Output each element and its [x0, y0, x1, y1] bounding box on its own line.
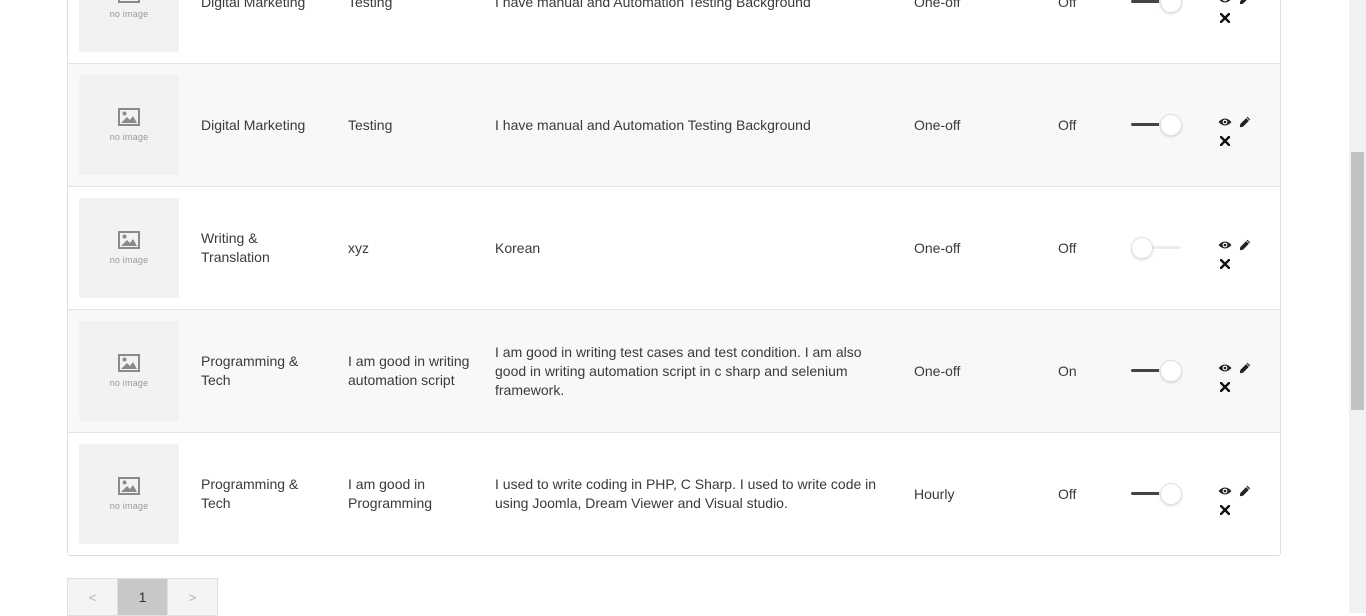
next-page-button[interactable]: >	[167, 578, 218, 616]
image-icon	[118, 0, 140, 3]
table-row: no image Digital Marketing Testing I hav…	[68, 63, 1280, 186]
pencil-icon[interactable]	[1238, 361, 1252, 375]
table-row: no image Writing & Translation xyz Korea…	[68, 186, 1280, 309]
gig-type: One-off	[914, 64, 994, 186]
gig-status: On	[1058, 310, 1098, 432]
gig-title: Testing	[348, 0, 478, 63]
gig-thumbnail: no image	[79, 0, 179, 52]
gig-category: Digital Marketing	[201, 64, 321, 186]
gig-type: One-off	[914, 187, 994, 309]
gig-status: Off	[1058, 0, 1098, 63]
image-icon	[118, 354, 140, 372]
row-actions	[1218, 0, 1258, 28]
eye-icon[interactable]	[1218, 238, 1232, 252]
gig-title: xyz	[348, 187, 478, 309]
row-actions	[1218, 484, 1258, 520]
gig-thumbnail: no image	[79, 75, 179, 175]
image-icon	[118, 231, 140, 249]
table-row: no image Programming & Tech I am good in…	[68, 432, 1280, 555]
gig-description: I have manual and Automation Testing Bac…	[495, 0, 895, 63]
no-image-label: no image	[110, 255, 149, 265]
close-icon[interactable]	[1218, 503, 1232, 517]
image-icon	[118, 108, 140, 126]
row-actions	[1218, 361, 1258, 397]
status-toggle[interactable]	[1131, 237, 1181, 259]
close-icon[interactable]	[1218, 257, 1232, 271]
no-image-label: no image	[110, 501, 149, 511]
eye-icon[interactable]	[1218, 484, 1232, 498]
close-icon[interactable]	[1218, 11, 1232, 25]
gig-type: Hourly	[914, 433, 994, 555]
pagination: < 1 >	[67, 578, 217, 614]
gig-thumbnail: no image	[79, 444, 179, 544]
gig-title: I am good in Programming	[348, 433, 478, 555]
toggle-knob[interactable]	[1160, 0, 1182, 13]
gig-type: One-off	[914, 0, 994, 63]
eye-icon[interactable]	[1218, 361, 1232, 375]
status-toggle[interactable]	[1131, 360, 1181, 382]
gig-description: I am good in writing test cases and test…	[495, 310, 895, 432]
pencil-icon[interactable]	[1238, 238, 1252, 252]
gig-description: I have manual and Automation Testing Bac…	[495, 64, 895, 186]
row-actions	[1218, 115, 1258, 151]
status-toggle[interactable]	[1131, 483, 1181, 505]
gig-status: Off	[1058, 187, 1098, 309]
no-image-label: no image	[110, 378, 149, 388]
toggle-knob[interactable]	[1160, 360, 1182, 382]
toggle-knob[interactable]	[1131, 237, 1153, 259]
gigs-table: no image Digital Marketing Testing I hav…	[67, 0, 1281, 556]
prev-page-button[interactable]: <	[67, 578, 118, 616]
gig-status: Off	[1058, 64, 1098, 186]
toggle-knob[interactable]	[1160, 483, 1182, 505]
gig-description: I used to write coding in PHP, C Sharp. …	[495, 433, 895, 555]
gig-status: Off	[1058, 433, 1098, 555]
table-row: no image Programming & Tech I am good in…	[68, 309, 1280, 432]
pencil-icon[interactable]	[1238, 0, 1252, 6]
gig-thumbnail: no image	[79, 321, 179, 421]
image-icon	[118, 477, 140, 495]
row-actions	[1218, 238, 1258, 274]
gig-description: Korean	[495, 187, 895, 309]
gig-category: Digital Marketing	[201, 0, 321, 63]
gig-title: Testing	[348, 64, 478, 186]
gig-title: I am good in writing automation script	[348, 310, 478, 432]
eye-icon[interactable]	[1218, 115, 1232, 129]
gig-type: One-off	[914, 310, 994, 432]
no-image-label: no image	[110, 132, 149, 142]
close-icon[interactable]	[1218, 134, 1232, 148]
eye-icon[interactable]	[1218, 0, 1232, 6]
page-1-button[interactable]: 1	[117, 578, 168, 616]
toggle-knob[interactable]	[1160, 114, 1182, 136]
gig-thumbnail: no image	[79, 198, 179, 298]
vertical-scrollbar[interactable]	[1349, 0, 1366, 613]
status-toggle[interactable]	[1131, 114, 1181, 136]
no-image-label: no image	[110, 9, 149, 19]
pencil-icon[interactable]	[1238, 115, 1252, 129]
status-toggle[interactable]	[1131, 0, 1181, 13]
gig-category: Programming & Tech	[201, 310, 321, 432]
pencil-icon[interactable]	[1238, 484, 1252, 498]
gig-category: Writing & Translation	[201, 187, 321, 309]
close-icon[interactable]	[1218, 380, 1232, 394]
table-row: no image Digital Marketing Testing I hav…	[68, 0, 1280, 63]
gig-category: Programming & Tech	[201, 433, 321, 555]
scrollbar-thumb[interactable]	[1351, 152, 1364, 410]
